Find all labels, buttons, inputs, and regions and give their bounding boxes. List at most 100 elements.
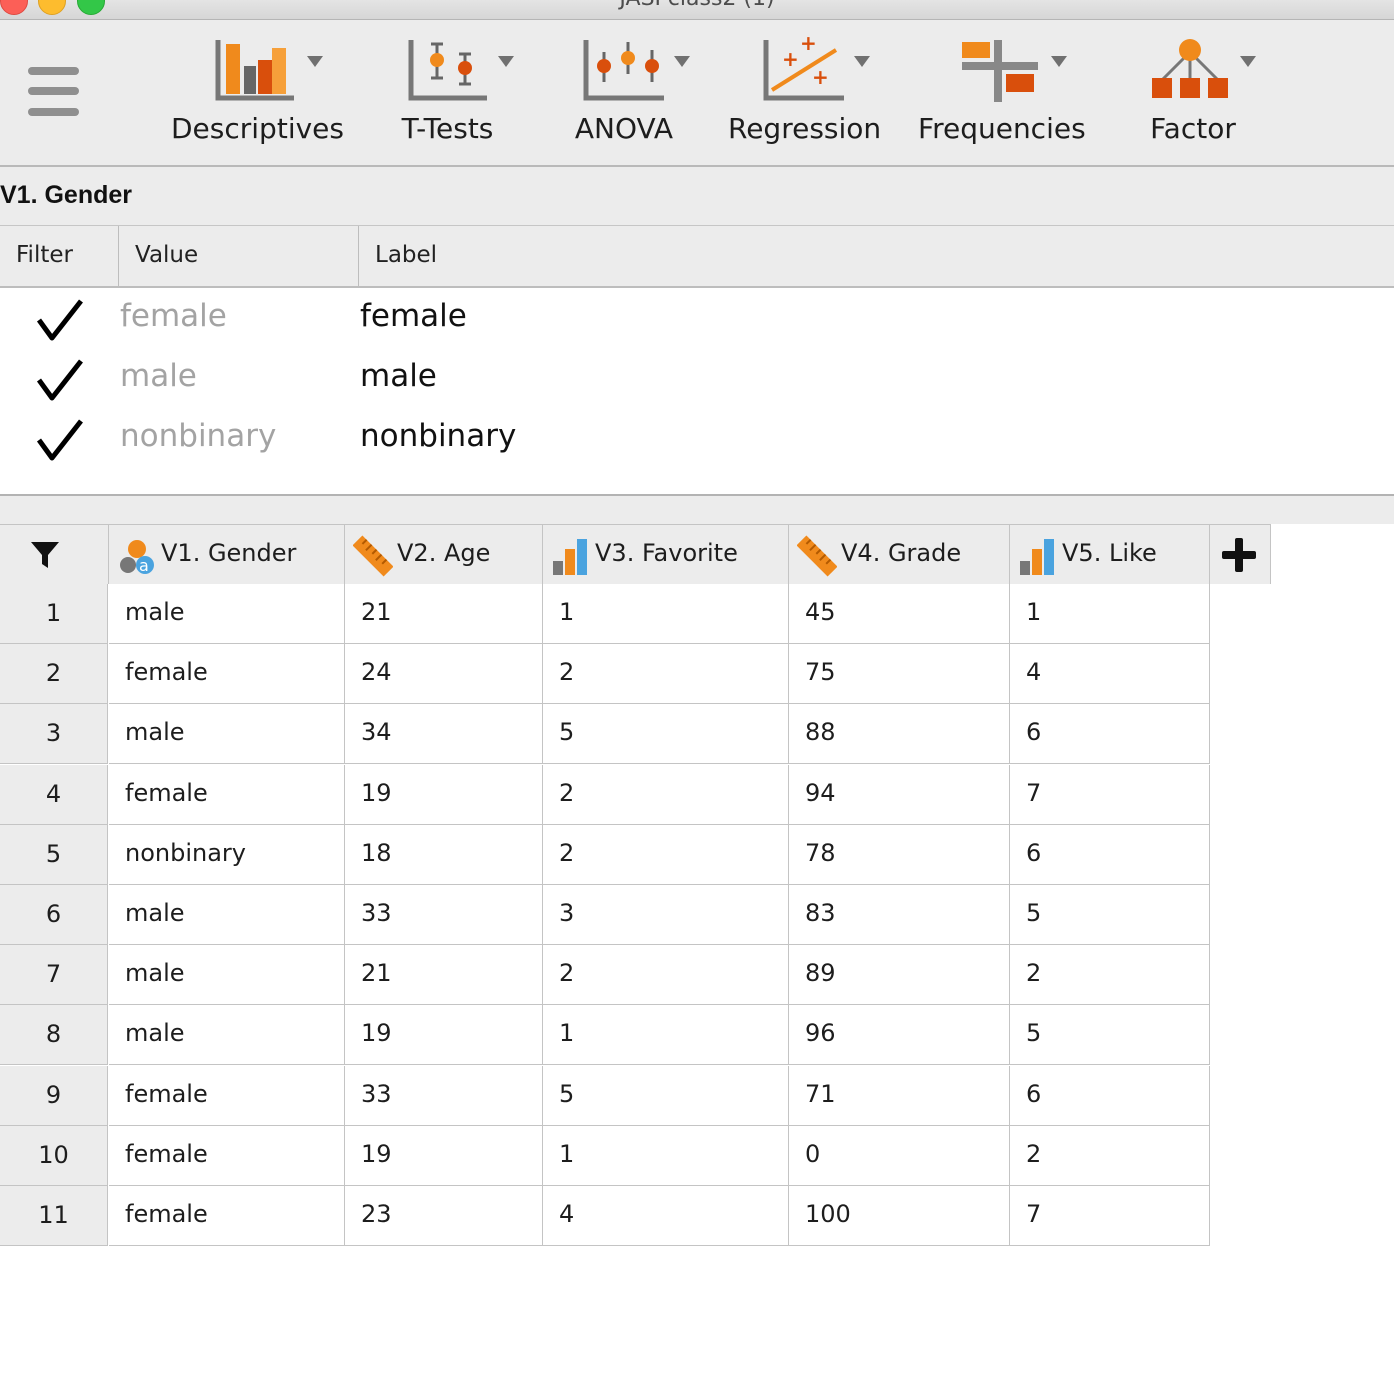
level-label[interactable]: female bbox=[360, 298, 467, 334]
frequencies-dropdown-arrow-icon bbox=[1051, 56, 1067, 67]
nominal-text-icon: a bbox=[120, 540, 154, 575]
ribbon-anova-label: ANOVA bbox=[574, 112, 674, 145]
level-value: female bbox=[120, 298, 227, 334]
row-number[interactable]: 10 bbox=[0, 1126, 108, 1186]
data-cell[interactable]: 6 bbox=[1010, 704, 1210, 764]
splitter-bar[interactable] bbox=[0, 496, 1394, 524]
data-cell[interactable]: 100 bbox=[789, 1186, 1010, 1246]
data-cell[interactable]: 7 bbox=[1010, 765, 1210, 825]
data-cell[interactable]: male bbox=[109, 1005, 345, 1065]
data-cell[interactable]: 24 bbox=[345, 644, 543, 704]
data-cell[interactable]: 2 bbox=[543, 765, 789, 825]
column-header-v4[interactable]: V4. Grade bbox=[789, 524, 1010, 584]
data-cell[interactable]: 2 bbox=[1010, 945, 1210, 1005]
column-header-v5[interactable]: V5. Like bbox=[1010, 524, 1210, 584]
data-cell[interactable]: 34 bbox=[345, 704, 543, 764]
data-cell[interactable]: 6 bbox=[1010, 1066, 1210, 1126]
column-name: V5. Like bbox=[1062, 539, 1157, 567]
data-cell[interactable]: 1 bbox=[1010, 584, 1210, 644]
data-cell[interactable]: 2 bbox=[543, 644, 789, 704]
filter-checkmark-icon[interactable] bbox=[36, 418, 84, 462]
data-cell[interactable]: 5 bbox=[1010, 885, 1210, 945]
factor-dropdown-arrow-icon bbox=[1240, 56, 1256, 67]
filter-checkmark-icon[interactable] bbox=[36, 298, 84, 342]
data-cell[interactable]: 0 bbox=[789, 1126, 1010, 1186]
data-cell[interactable]: 23 bbox=[345, 1186, 543, 1246]
row-number[interactable]: 8 bbox=[0, 1005, 108, 1065]
filter-header-cell[interactable] bbox=[0, 524, 109, 584]
data-cell[interactable]: 4 bbox=[1010, 644, 1210, 704]
column-header-v3[interactable]: V3. Favorite bbox=[543, 524, 789, 584]
title-bar: JASPclass2 (1) bbox=[0, 0, 1394, 20]
data-cell[interactable]: 21 bbox=[345, 945, 543, 1005]
data-cell[interactable]: female bbox=[109, 644, 345, 704]
ribbon-t-tests-label: T-Tests bbox=[401, 112, 494, 145]
filter-column-header: Filter bbox=[0, 226, 119, 286]
data-cell[interactable]: male bbox=[109, 885, 345, 945]
hamburger-menu-icon[interactable] bbox=[28, 67, 80, 119]
row-number[interactable]: 9 bbox=[0, 1066, 108, 1126]
data-cell[interactable]: 5 bbox=[543, 1066, 789, 1126]
row-number[interactable]: 2 bbox=[0, 644, 108, 704]
ribbon-t-tests-button[interactable]: T-Tests bbox=[385, 34, 514, 159]
add-column-button[interactable] bbox=[1210, 524, 1271, 584]
data-cell[interactable]: 2 bbox=[543, 825, 789, 885]
data-cell[interactable]: 33 bbox=[345, 885, 543, 945]
data-cell[interactable]: 1 bbox=[543, 1005, 789, 1065]
data-cell[interactable]: male bbox=[109, 584, 345, 644]
data-cell[interactable]: 3 bbox=[543, 885, 789, 945]
data-cell[interactable]: 5 bbox=[543, 704, 789, 764]
level-label[interactable]: male bbox=[360, 358, 437, 394]
column-header-v1[interactable]: a V1. Gender bbox=[109, 524, 345, 584]
data-cell[interactable]: 2 bbox=[1010, 1126, 1210, 1186]
data-cell[interactable]: female bbox=[109, 1066, 345, 1126]
data-cell[interactable]: 33 bbox=[345, 1066, 543, 1126]
row-number[interactable]: 6 bbox=[0, 885, 108, 945]
filter-checkmark-icon[interactable] bbox=[36, 358, 84, 402]
data-cell[interactable]: 89 bbox=[789, 945, 1010, 1005]
column-header-v2[interactable]: V2. Age bbox=[345, 524, 543, 584]
data-cell[interactable]: 4 bbox=[543, 1186, 789, 1246]
data-cell[interactable]: male bbox=[109, 945, 345, 1005]
data-cell[interactable]: 5 bbox=[1010, 1005, 1210, 1065]
data-cell[interactable]: 75 bbox=[789, 644, 1010, 704]
data-cell[interactable]: 18 bbox=[345, 825, 543, 885]
filter-funnel-icon[interactable] bbox=[30, 541, 60, 569]
level-label[interactable]: nonbinary bbox=[360, 418, 516, 454]
label-row: female female bbox=[0, 288, 1394, 348]
ribbon-descriptives-button[interactable]: Descriptives bbox=[170, 34, 345, 159]
row-number[interactable]: 5 bbox=[0, 825, 108, 885]
data-cell[interactable]: 19 bbox=[345, 1005, 543, 1065]
data-cell[interactable]: 7 bbox=[1010, 1186, 1210, 1246]
data-cell[interactable]: 45 bbox=[789, 584, 1010, 644]
data-cell[interactable]: male bbox=[109, 704, 345, 764]
data-cell[interactable]: 83 bbox=[789, 885, 1010, 945]
column-name: V4. Grade bbox=[841, 539, 962, 567]
data-cell[interactable]: 94 bbox=[789, 765, 1010, 825]
ribbon-factor-button[interactable]: Factor bbox=[1128, 34, 1258, 159]
data-cell[interactable]: 78 bbox=[789, 825, 1010, 885]
data-cell[interactable]: 96 bbox=[789, 1005, 1010, 1065]
regression-dropdown-arrow-icon bbox=[854, 56, 870, 67]
row-number[interactable]: 11 bbox=[0, 1186, 108, 1246]
data-cell[interactable]: female bbox=[109, 1186, 345, 1246]
data-cell[interactable]: 6 bbox=[1010, 825, 1210, 885]
data-cell[interactable]: female bbox=[109, 765, 345, 825]
ribbon-frequencies-button[interactable]: Frequencies bbox=[918, 34, 1086, 159]
data-cell[interactable]: 71 bbox=[789, 1066, 1010, 1126]
data-cell[interactable]: 19 bbox=[345, 1126, 543, 1186]
data-cell[interactable]: nonbinary bbox=[109, 825, 345, 885]
ribbon-regression-button[interactable]: + + + Regression bbox=[728, 34, 881, 159]
data-cell[interactable]: female bbox=[109, 1126, 345, 1186]
row-number[interactable]: 1 bbox=[0, 584, 108, 644]
data-cell[interactable]: 88 bbox=[789, 704, 1010, 764]
row-number[interactable]: 4 bbox=[0, 765, 108, 825]
data-cell[interactable]: 2 bbox=[543, 945, 789, 1005]
row-number[interactable]: 7 bbox=[0, 945, 108, 1005]
row-number[interactable]: 3 bbox=[0, 704, 108, 764]
data-cell[interactable]: 19 bbox=[345, 765, 543, 825]
data-cell[interactable]: 21 bbox=[345, 584, 543, 644]
ribbon-anova-button[interactable]: ANOVA bbox=[560, 34, 690, 159]
data-cell[interactable]: 1 bbox=[543, 1126, 789, 1186]
data-cell[interactable]: 1 bbox=[543, 584, 789, 644]
